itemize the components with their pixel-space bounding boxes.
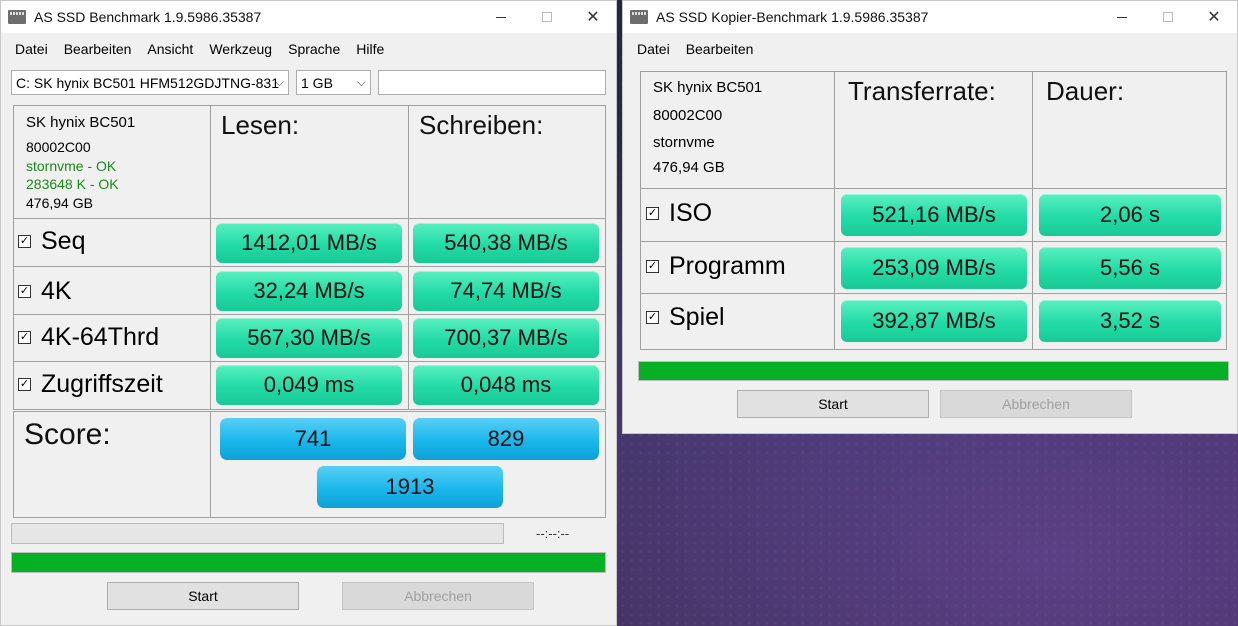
checkbox-checked-icon[interactable]: ✓: [18, 234, 31, 248]
checkbox-checked-icon[interactable]: ✓: [646, 310, 659, 324]
iso-duration-value: 2,06 s: [1039, 194, 1221, 236]
minimize-button[interactable]: [478, 1, 524, 33]
duration-column-header: Dauer:: [1046, 76, 1125, 106]
program-checkbox-row[interactable]: ✓ Programm: [646, 250, 786, 282]
program-label: Programm: [669, 251, 786, 280]
menu-bar: Datei Bearbeiten: [623, 38, 1237, 60]
access-time-read-value: 0,049 ms: [216, 365, 402, 405]
iso-checkbox-row[interactable]: ✓ ISO: [646, 197, 712, 229]
score-label-cell: Score:: [13, 411, 211, 518]
menu-werkzeug[interactable]: Werkzeug: [201, 41, 280, 57]
rate-header-cell: Transferrate:: [834, 71, 1033, 189]
drive-info-panel: SK hynix BC501 80002C00 stornvme - OK 28…: [13, 105, 211, 219]
maximize-button[interactable]: [1145, 1, 1191, 33]
game-checkbox-row[interactable]: ✓ Spiel: [646, 301, 725, 333]
access-time-write-value: 0,048 ms: [413, 365, 599, 405]
seq-label: Seq: [41, 226, 86, 255]
drive-firmware: 80002C00: [26, 139, 91, 155]
seq-write-value: 540,38 MB/s: [413, 223, 599, 263]
seq-read-value: 1412,01 MB/s: [216, 223, 402, 263]
4k-checkbox-row[interactable]: ✓ 4K: [18, 275, 72, 307]
disk-drive-icon: [8, 10, 26, 24]
cancel-button[interactable]: Abbrechen: [342, 582, 534, 610]
operation-progress-bar: [11, 523, 504, 544]
iso-label: ISO: [669, 198, 713, 227]
score-read-value: 741: [220, 418, 406, 460]
window-title: AS SSD Kopier-Benchmark 1.9.5986.35387: [656, 9, 929, 25]
close-button[interactable]: ✕: [1191, 1, 1237, 33]
seq-checkbox-row[interactable]: ✓ Seq: [18, 225, 85, 257]
time-display: --:--:--: [536, 526, 570, 541]
cancel-button[interactable]: Abbrechen: [940, 390, 1132, 418]
game-duration-value: 3,52 s: [1039, 300, 1221, 342]
duration-header-cell: Dauer:: [1032, 71, 1227, 189]
menu-sprache[interactable]: Sprache: [280, 41, 348, 57]
4k-label: 4K: [41, 276, 72, 305]
program-rate-value: 253,09 MB/s: [841, 247, 1027, 289]
checkbox-checked-icon[interactable]: ✓: [18, 377, 31, 391]
drive-info-panel: SK hynix BC501 80002C00 stornvme 476,94 …: [640, 71, 835, 189]
4k-write-value: 74,74 MB/s: [413, 271, 599, 311]
name-input[interactable]: [378, 70, 606, 95]
drive-capacity: 476,94 GB: [653, 159, 725, 176]
4k64-checkbox-row[interactable]: ✓ 4K-64Thrd: [18, 321, 159, 353]
drive-select-value: C: SK hynix BC501 HFM512GDJTNG-831: [16, 74, 279, 91]
chevron-down-icon: ⌵: [274, 75, 284, 89]
title-bar[interactable]: AS SSD Benchmark 1.9.5986.35387 ✕: [1, 1, 616, 33]
menu-ansicht[interactable]: Ansicht: [139, 41, 201, 57]
checkbox-checked-icon[interactable]: ✓: [646, 259, 659, 273]
checkbox-checked-icon[interactable]: ✓: [646, 206, 659, 220]
menu-hilfe[interactable]: Hilfe: [348, 41, 392, 57]
size-select[interactable]: 1 GB ⌵: [296, 70, 371, 95]
menu-bearbeiten[interactable]: Bearbeiten: [678, 41, 762, 57]
game-label: Spiel: [669, 302, 725, 331]
maximize-button[interactable]: [524, 1, 570, 33]
score-label: Score:: [24, 418, 111, 451]
disk-drive-icon: [630, 10, 648, 24]
menu-datei[interactable]: Datei: [7, 41, 56, 57]
menu-bar: Datei Bearbeiten Ansicht Werkzeug Sprach…: [1, 38, 616, 60]
game-rate-value: 392,87 MB/s: [841, 300, 1027, 342]
score-write-value: 829: [413, 418, 599, 460]
4k64-read-value: 567,30 MB/s: [216, 318, 402, 358]
benchmark-window: AS SSD Benchmark 1.9.5986.35387 ✕ Datei …: [0, 0, 617, 626]
driver-name: stornvme: [653, 134, 715, 151]
overall-progress-bar: [11, 552, 606, 573]
score-total-value: 1913: [317, 466, 503, 508]
rate-column-header: Transferrate:: [848, 76, 996, 106]
write-header-cell: Schreiben:: [408, 105, 606, 219]
close-button[interactable]: ✕: [570, 1, 616, 33]
drive-model: SK hynix BC501: [26, 114, 136, 131]
write-column-header: Schreiben:: [419, 110, 544, 140]
checkbox-checked-icon[interactable]: ✓: [18, 284, 31, 298]
menu-bearbeiten[interactable]: Bearbeiten: [56, 41, 140, 57]
drive-select[interactable]: C: SK hynix BC501 HFM512GDJTNG-831 ⌵: [11, 70, 289, 95]
access-time-label: Zugriffszeit: [41, 369, 163, 398]
iso-rate-value: 521,16 MB/s: [841, 194, 1027, 236]
driver-status: stornvme - OK: [26, 158, 117, 174]
4k64-label: 4K-64Thrd: [41, 322, 160, 351]
drive-capacity: 476,94 GB: [26, 195, 93, 211]
start-button[interactable]: Start: [737, 390, 929, 418]
4k64-write-value: 700,37 MB/s: [413, 318, 599, 358]
chevron-down-icon: ⌵: [356, 75, 366, 89]
menu-datei[interactable]: Datei: [629, 41, 678, 57]
start-button[interactable]: Start: [107, 582, 299, 610]
window-title: AS SSD Benchmark 1.9.5986.35387: [34, 9, 262, 25]
title-bar[interactable]: AS SSD Kopier-Benchmark 1.9.5986.35387 ✕: [623, 1, 1237, 33]
overall-progress-bar: [638, 361, 1229, 381]
size-select-value: 1 GB: [301, 74, 333, 91]
read-header-cell: Lesen:: [210, 105, 409, 219]
minimize-button[interactable]: [1099, 1, 1145, 33]
drive-model: SK hynix BC501: [653, 79, 763, 96]
read-column-header: Lesen:: [221, 110, 300, 140]
program-duration-value: 5,56 s: [1039, 247, 1221, 289]
access-time-checkbox-row[interactable]: ✓ Zugriffszeit: [18, 368, 163, 400]
alignment-status: 283648 K - OK: [26, 176, 119, 192]
copy-benchmark-window: AS SSD Kopier-Benchmark 1.9.5986.35387 ✕…: [622, 0, 1238, 434]
checkbox-checked-icon[interactable]: ✓: [18, 330, 31, 344]
4k-read-value: 32,24 MB/s: [216, 271, 402, 311]
drive-firmware: 80002C00: [653, 107, 723, 124]
